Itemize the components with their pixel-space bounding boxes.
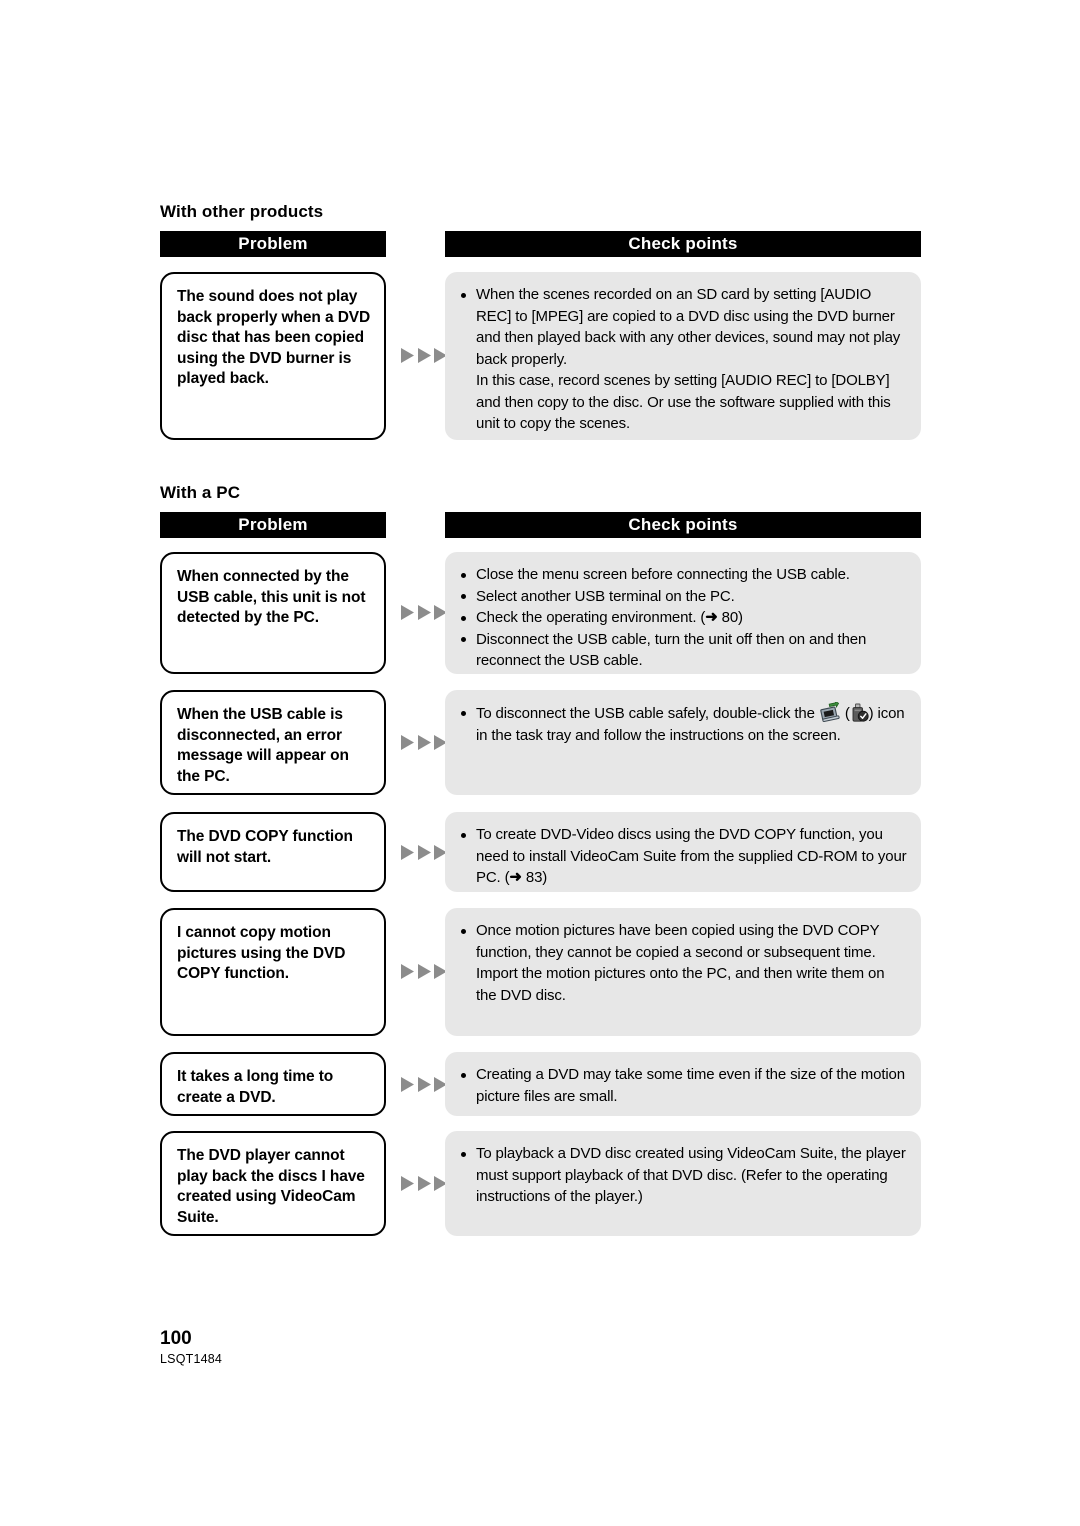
triangle-right-icon [401, 735, 414, 750]
triangle-right-icon [401, 964, 414, 979]
problem-cell: When connected by the USB cable, this un… [160, 552, 386, 674]
problem-cell: I cannot copy motion pictures using the … [160, 908, 386, 1036]
section-heading-with-a-pc: With a PC [160, 483, 241, 502]
list-item: Close the menu screen before connecting … [459, 564, 907, 586]
checkpoint-text: To playback a DVD disc created using Vid… [476, 1145, 906, 1205]
usb-drive-icon [850, 703, 869, 723]
triangle-right-icon [417, 845, 431, 860]
manual-page: With other products Problem Check points… [0, 0, 1080, 1526]
list-item: To playback a DVD disc created using Vid… [459, 1143, 907, 1208]
checkpoint-text: Once motion pictures have been copied us… [476, 922, 880, 961]
column-header-check-points: Check points [445, 512, 921, 538]
column-header-problem: Problem [160, 231, 386, 257]
flow-arrows [401, 964, 447, 979]
bullet-icon [461, 1072, 466, 1078]
triangle-right-icon [417, 348, 431, 363]
table-row: The sound does not play back properly wh… [160, 272, 921, 440]
table-row: The DVD COPY function will not start. To… [160, 812, 921, 892]
problem-cell: When the USB cable is disconnected, an e… [160, 690, 386, 795]
flow-arrows [401, 605, 447, 620]
column-header-check-points: Check points [445, 231, 921, 257]
problem-cell: It takes a long time to create a DVD. [160, 1052, 386, 1116]
triangle-right-icon [417, 735, 431, 750]
list-item: Check the operating environment. (➜ 80) [459, 607, 907, 629]
bullet-icon [461, 292, 466, 298]
bullet-icon [461, 928, 466, 934]
document-code: LSQT1484 [160, 1352, 223, 1366]
checkpoint-text: Check the operating environment. ( [476, 609, 706, 626]
bullet-icon [461, 572, 466, 578]
table-row: I cannot copy motion pictures using the … [160, 908, 921, 1036]
checkpoint-text: Import the motion pictures onto the PC, … [476, 965, 885, 1004]
list-item: To create DVD-Video discs using the DVD … [459, 824, 907, 889]
triangle-right-icon [417, 605, 431, 620]
checkpoint-text: In this case, record scenes by setting [… [476, 372, 891, 432]
flow-arrows [401, 1176, 447, 1191]
page-ref-value: 83 [525, 869, 543, 886]
page-ref-arrow-icon: ➜ [705, 608, 718, 626]
table-row: When connected by the USB cable, this un… [160, 552, 921, 674]
page-ref-value: 80 [721, 609, 739, 626]
list-item: Disconnect the USB cable, turn the unit … [459, 629, 907, 672]
bullet-icon [461, 710, 466, 716]
flow-arrows [401, 348, 447, 363]
triangle-right-icon [401, 605, 414, 620]
checkpoint-text: ( [840, 705, 850, 722]
checkpoint-text: Creating a DVD may take some time even i… [476, 1066, 905, 1105]
checkpoints-cell: Once motion pictures have been copied us… [445, 908, 921, 1036]
bullet-icon [461, 594, 466, 599]
bullet-icon [461, 637, 466, 642]
problem-cell: The sound does not play back properly wh… [160, 272, 386, 440]
flow-arrows [401, 845, 447, 860]
checkpoints-cell: To disconnect the USB cable safely, doub… [445, 690, 921, 795]
checkpoint-text: Select another USB terminal on the PC. [476, 587, 735, 605]
bullet-icon [461, 615, 466, 621]
triangle-right-icon [417, 1176, 431, 1191]
list-item: Once motion pictures have been copied us… [459, 920, 907, 1006]
triangle-right-icon [401, 1077, 414, 1092]
triangle-right-icon [417, 1077, 431, 1092]
checkpoint-text: Disconnect the USB cable, turn the unit … [476, 630, 867, 670]
section-heading-with-other-products: With other products [160, 202, 324, 221]
list-item: When the scenes recorded on an SD card b… [459, 284, 907, 435]
problem-cell: The DVD COPY function will not start. [160, 812, 386, 892]
page-number: 100 [160, 1328, 192, 1349]
checkpoint-text: Close the menu screen before connecting … [476, 566, 850, 583]
page-ref-arrow-icon: ➜ [509, 868, 522, 886]
list-item: Select another USB terminal on the PC. [459, 586, 907, 608]
triangle-right-icon [401, 1176, 414, 1191]
problem-cell: The DVD player cannot play back the disc… [160, 1131, 386, 1236]
checkpoints-cell: When the scenes recorded on an SD card b… [445, 272, 921, 440]
list-item: Creating a DVD may take some time even i… [459, 1064, 907, 1107]
table-row: It takes a long time to create a DVD. Cr… [160, 1052, 921, 1116]
flow-arrows [401, 1077, 447, 1092]
checkpoints-cell: Creating a DVD may take some time even i… [445, 1052, 921, 1116]
page-ref-tail: ) [542, 869, 548, 886]
bullet-icon [461, 832, 466, 838]
page-ref-tail: ) [738, 609, 743, 626]
table-row: The DVD player cannot play back the disc… [160, 1131, 921, 1236]
safely-remove-hardware-icon [819, 700, 841, 723]
flow-arrows [401, 735, 447, 750]
checkpoints-cell: Close the menu screen before connecting … [445, 552, 921, 674]
triangle-right-icon [401, 348, 414, 363]
checkpoint-text: To disconnect the USB cable safely, doub… [476, 705, 819, 722]
bullet-icon [461, 1151, 466, 1157]
checkpoint-text: When the scenes recorded on an SD card b… [476, 286, 901, 368]
table-row: When the USB cable is disconnected, an e… [160, 690, 921, 795]
checkpoints-cell: To create DVD-Video discs using the DVD … [445, 812, 921, 892]
checkpoints-cell: To playback a DVD disc created using Vid… [445, 1131, 921, 1236]
column-header-problem: Problem [160, 512, 386, 538]
triangle-right-icon [401, 845, 414, 860]
list-item: To disconnect the USB cable safely, doub… [459, 700, 907, 746]
triangle-right-icon [417, 964, 431, 979]
